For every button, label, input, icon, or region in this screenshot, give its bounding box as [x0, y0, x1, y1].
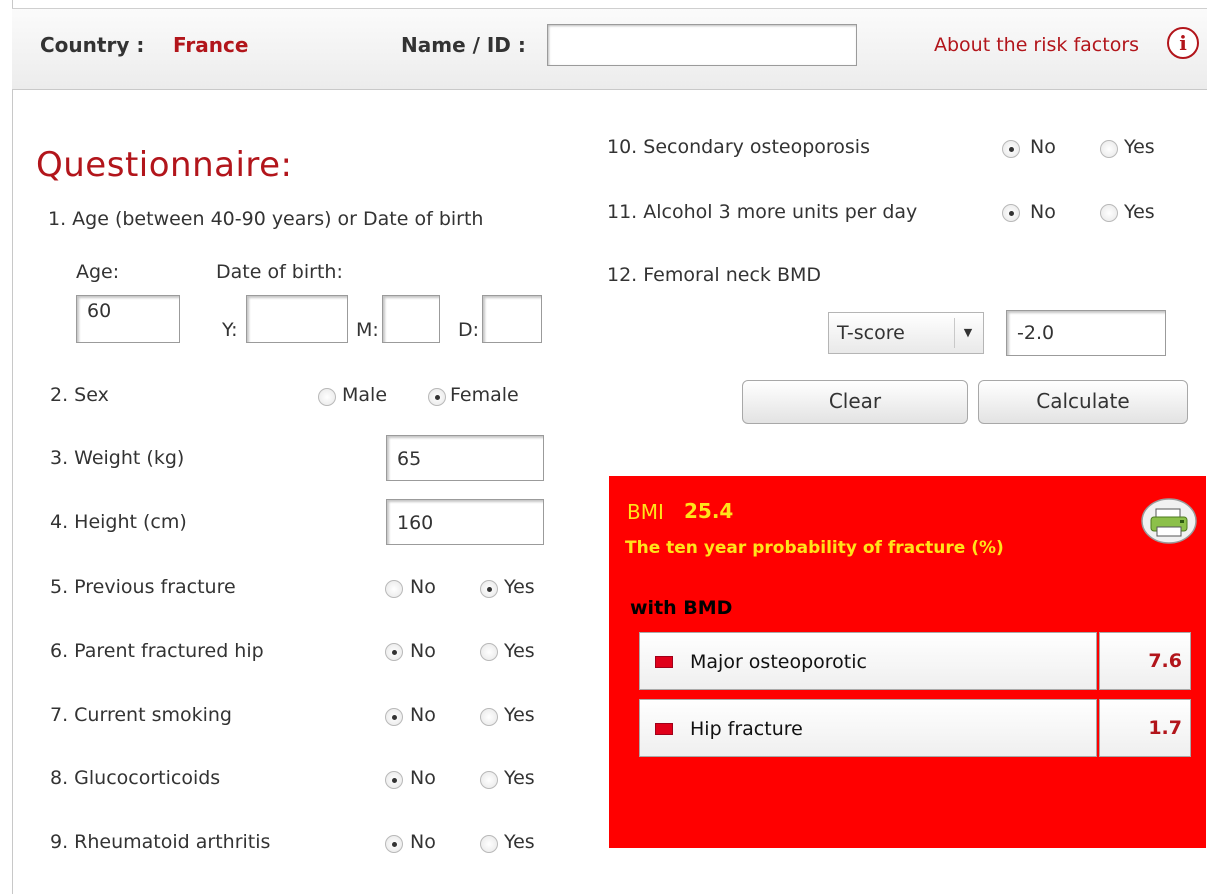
glucocorticoids-no-radio[interactable] — [385, 771, 403, 789]
name-id-label: Name / ID : — [401, 33, 526, 57]
q7-current-smoking-label: 7. Current smoking — [50, 704, 232, 726]
q11-alcohol-label: 11. Alcohol 3 more units per day — [607, 201, 918, 223]
smoking-yes-label: Yes — [504, 704, 535, 726]
sex-female-radio[interactable] — [428, 388, 446, 406]
bmd-value-input[interactable]: -2.0 — [1006, 310, 1166, 356]
glucocorticoids-yes-label: Yes — [504, 767, 535, 789]
dob-day-input[interactable] — [482, 295, 542, 343]
q12-femoral-neck-bmd-label: 12. Femoral neck BMD — [607, 264, 822, 286]
q3-weight-label: 3. Weight (kg) — [50, 447, 185, 469]
country-label: Country : — [40, 33, 145, 57]
calculate-button[interactable]: Calculate — [978, 380, 1188, 424]
day-label: D: — [458, 319, 480, 341]
parent-hip-no-radio[interactable] — [385, 643, 403, 661]
rheumatoid-yes-radio[interactable] — [480, 835, 498, 853]
secondary-osteoporosis-no-label: No — [1030, 136, 1056, 158]
glucocorticoids-no-label: No — [410, 767, 436, 789]
q10-secondary-osteoporosis-label: 10. Secondary osteoporosis — [607, 136, 870, 158]
q8-glucocorticoids-label: 8. Glucocorticoids — [50, 767, 221, 789]
previous-fracture-no-radio[interactable] — [385, 580, 403, 598]
parent-hip-yes-radio[interactable] — [480, 643, 498, 661]
dob-month-input[interactable] — [382, 295, 440, 343]
year-label: Y: — [222, 319, 238, 341]
result-value-hip-fracture: 1.7 — [1148, 717, 1182, 739]
q4-height-label: 4. Height (cm) — [50, 511, 187, 533]
secondary-osteoporosis-yes-radio[interactable] — [1100, 140, 1118, 158]
with-bmd-heading: with BMD — [630, 597, 733, 619]
result-label-major-osteoporotic: Major osteoporotic — [690, 651, 867, 673]
rheumatoid-yes-label: Yes — [504, 831, 535, 853]
sex-male-label: Male — [342, 384, 388, 406]
q9-rheumatoid-arthritis-label: 9. Rheumatoid arthritis — [50, 831, 271, 853]
previous-fracture-yes-radio[interactable] — [480, 580, 498, 598]
about-risk-factors-link[interactable]: About the risk factors — [934, 34, 1139, 56]
info-icon[interactable]: i — [1167, 27, 1199, 59]
alcohol-no-radio[interactable] — [1002, 204, 1020, 222]
name-id-input[interactable] — [547, 24, 857, 66]
parent-hip-yes-label: Yes — [504, 640, 535, 662]
q2-sex-label: 2. Sex — [50, 384, 109, 406]
secondary-osteoporosis-no-radio[interactable] — [1002, 140, 1020, 158]
smoking-yes-radio[interactable] — [480, 708, 498, 726]
height-input[interactable]: 160 — [386, 499, 544, 545]
questionnaire-title: Questionnaire: — [36, 145, 293, 185]
alcohol-no-label: No — [1030, 201, 1056, 223]
clear-button[interactable]: Clear — [742, 380, 968, 424]
alcohol-yes-label: Yes — [1124, 201, 1155, 223]
age-label: Age: — [76, 261, 120, 283]
result-value-major-osteoporotic: 7.6 — [1148, 650, 1182, 672]
previous-fracture-yes-label: Yes — [504, 576, 535, 598]
printer-icon[interactable] — [1140, 497, 1198, 545]
bmd-type-select-value: T-score — [837, 322, 905, 344]
country-value: France — [173, 33, 249, 57]
bmi-label: BMI — [627, 500, 664, 524]
sex-male-radio[interactable] — [318, 388, 336, 406]
q5-previous-fracture-label: 5. Previous fracture — [50, 576, 236, 598]
probability-title: The ten year probability of fracture (%) — [625, 538, 1004, 558]
sex-female-label: Female — [450, 384, 519, 406]
smoking-no-radio[interactable] — [385, 708, 403, 726]
chevron-down-icon[interactable]: ▼ — [954, 318, 981, 348]
bmi-value: 25.4 — [684, 499, 734, 523]
rheumatoid-no-radio[interactable] — [385, 835, 403, 853]
rheumatoid-no-label: No — [410, 831, 436, 853]
dob-year-input[interactable] — [246, 295, 348, 343]
bullet-icon — [655, 723, 673, 735]
month-label: M: — [356, 319, 379, 341]
age-input[interactable]: 60 — [76, 295, 180, 343]
q1-age-label: 1. Age (between 40-90 years) or Date of … — [48, 208, 484, 230]
previous-fracture-no-label: No — [410, 576, 436, 598]
glucocorticoids-yes-radio[interactable] — [480, 771, 498, 789]
parent-hip-no-label: No — [410, 640, 436, 662]
smoking-no-label: No — [410, 704, 436, 726]
alcohol-yes-radio[interactable] — [1100, 204, 1118, 222]
dob-label: Date of birth: — [216, 261, 343, 283]
result-label-hip-fracture: Hip fracture — [690, 718, 803, 740]
q6-parent-fractured-hip-label: 6. Parent fractured hip — [50, 640, 264, 662]
weight-input[interactable]: 65 — [386, 435, 544, 481]
bullet-icon — [655, 656, 673, 668]
secondary-osteoporosis-yes-label: Yes — [1124, 136, 1155, 158]
